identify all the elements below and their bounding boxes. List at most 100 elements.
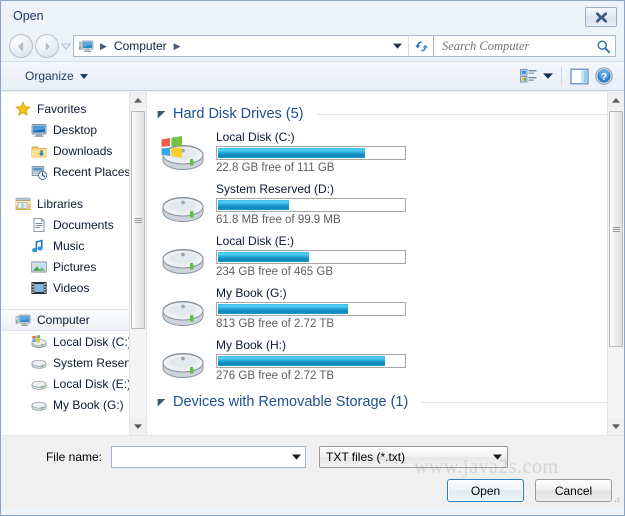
sidebar-item-local-disk-e[interactable]: Local Disk (E:) [1,373,146,394]
desktop-icon [31,123,47,137]
file-type-dropdown-button[interactable] [489,454,505,460]
drive-usage-fill [218,304,349,314]
scroll-track[interactable] [130,109,146,418]
drive-capacity-text: 234 GB free of 465 GB [216,266,333,278]
breadcrumb-item-computer[interactable]: Computer [111,38,170,54]
drive-item[interactable]: Local Disk (C:) 22.8 GB free of 111 GB [147,126,624,178]
drive-name: Local Disk (E:) [216,234,295,248]
views-icon [520,69,537,83]
drive-usage-fill [218,356,386,366]
search-icon[interactable] [596,39,611,54]
drive-item[interactable]: My Book (H:) 276 GB free of 2.72 TB [147,334,624,386]
pictures-icon [31,261,47,272]
scroll-thumb[interactable] [609,111,623,347]
scroll-track[interactable] [608,109,624,418]
search-box[interactable] [434,35,616,57]
drive-usage-bar [216,250,406,264]
preview-pane-icon [570,68,589,84]
drive-icon [159,184,207,224]
group-header-removable-storage[interactable]: Devices with Removable Storage (1) [147,390,624,414]
help-button[interactable]: ? [592,65,616,87]
open-button[interactable]: Open [447,479,524,502]
command-bar: Organize ? [1,61,624,91]
drive-usage-bar [216,354,406,368]
collapse-triangle-icon[interactable] [157,398,166,407]
toolbar-divider [561,67,562,85]
file-type-select[interactable]: TXT files (*.txt) [319,446,508,468]
sidebar-item-downloads[interactable]: Downloads [1,140,146,161]
downloads-icon [31,146,47,157]
sidebar-item-computer[interactable]: Computer [1,309,146,331]
sidebar-item-music[interactable]: Music [1,235,146,256]
drive-icon [31,380,47,390]
window-title: Open [13,9,44,23]
sidebar-item-recent-places[interactable]: Recent Places [1,161,146,182]
cancel-button-label: Cancel [554,483,593,498]
drive-glyph [162,300,204,327]
scroll-down-button[interactable] [608,418,624,435]
sidebar-item-my-book-g[interactable]: My Book (G:) [1,394,146,415]
scroll-thumb[interactable] [131,111,145,329]
file-name-row: File name: TXT files (*.txt) [11,446,614,468]
collapse-triangle-icon[interactable] [157,110,166,119]
open-file-dialog: Open ▶ Computer ▶ Search Computer Organi… [0,0,625,516]
group-header-hard-disk-drives[interactable]: Hard Disk Drives (5) [147,102,624,126]
organize-button[interactable]: Organize [19,66,94,86]
sidebar-item-documents[interactable]: Documents [1,214,146,235]
scroll-down-arrow-icon [134,424,142,429]
dialog-body: Favorites Desktop Downloads Recent Place… [1,92,624,435]
breadcrumb[interactable]: ▶ Computer ▶ [73,35,408,57]
scroll-up-button[interactable] [130,92,146,109]
svg-text:?: ? [601,71,607,83]
scroll-down-button[interactable] [130,418,146,435]
refresh-button[interactable] [408,35,434,57]
system-drive-icon [159,132,207,172]
file-name-dropdown-button[interactable] [287,447,305,467]
drive-item[interactable]: Local Disk (E:) 234 GB free of 465 GB [147,230,624,282]
sidebar-item-local-disk-c[interactable]: Local Disk (C:) [1,331,146,352]
drive-capacity-text: 61.8 MB free of 99.9 MB [216,214,341,226]
drive-info: My Book (H:) 276 GB free of 2.72 TB [216,338,406,382]
drive-name: My Book (G:) [216,286,287,300]
computer-icon [79,40,94,52]
drive-info: Local Disk (C:) 22.8 GB free of 111 GB [216,130,406,174]
back-button[interactable] [9,34,33,58]
sidebar-item-libraries[interactable]: Libraries [1,193,146,214]
change-view-button[interactable] [517,66,540,86]
drive-glyph [162,352,204,379]
chevron-down-icon [392,43,402,49]
search-input[interactable] [442,38,596,54]
close-button[interactable] [585,7,617,27]
change-view-dropdown[interactable] [540,71,556,81]
breadcrumb-separator-1[interactable]: ▶ [170,41,185,52]
file-list-scrollbar[interactable] [607,92,624,435]
recent-pages-button[interactable] [59,34,73,58]
drive-item[interactable]: System Reserved (D:) 61.8 MB free of 99.… [147,178,624,230]
sidebar-item-system-reserved[interactable]: System Reserved [1,352,146,373]
drive-item[interactable]: My Book (G:) 813 GB free of 2.72 TB [147,282,624,334]
breadcrumb-dropdown-button[interactable] [388,43,406,49]
forward-button[interactable] [35,34,59,58]
cancel-button[interactable]: Cancel [535,479,612,502]
navigation-pane-scrollbar[interactable] [129,92,146,435]
drive-info: Local Disk (E:) 234 GB free of 465 GB [216,234,406,278]
sidebar-item-pictures[interactable]: Pictures [1,256,146,277]
drive-usage-fill [218,148,365,158]
resize-grip-icon[interactable] [610,493,620,503]
chevron-down-icon [79,73,88,79]
file-list: Hard Disk Drives (5) Local Disk (C:) 22.… [147,92,624,414]
music-icon [32,239,43,252]
sidebar-item-desktop[interactable]: Desktop [1,119,146,140]
drive-icon [159,340,207,380]
sidebar-item-favorites[interactable]: Favorites [1,98,146,119]
file-name-input[interactable] [112,450,287,464]
sidebar-item-videos[interactable]: Videos [1,277,146,298]
drive-icon [159,236,207,276]
scroll-up-button[interactable] [608,92,624,109]
scroll-down-arrow-icon [612,424,620,429]
file-name-combobox[interactable] [111,446,306,468]
sidebar-label: Computer [37,313,90,327]
help-icon: ? [595,67,613,85]
group-rule [316,113,616,115]
show-preview-pane-button[interactable] [567,66,592,87]
